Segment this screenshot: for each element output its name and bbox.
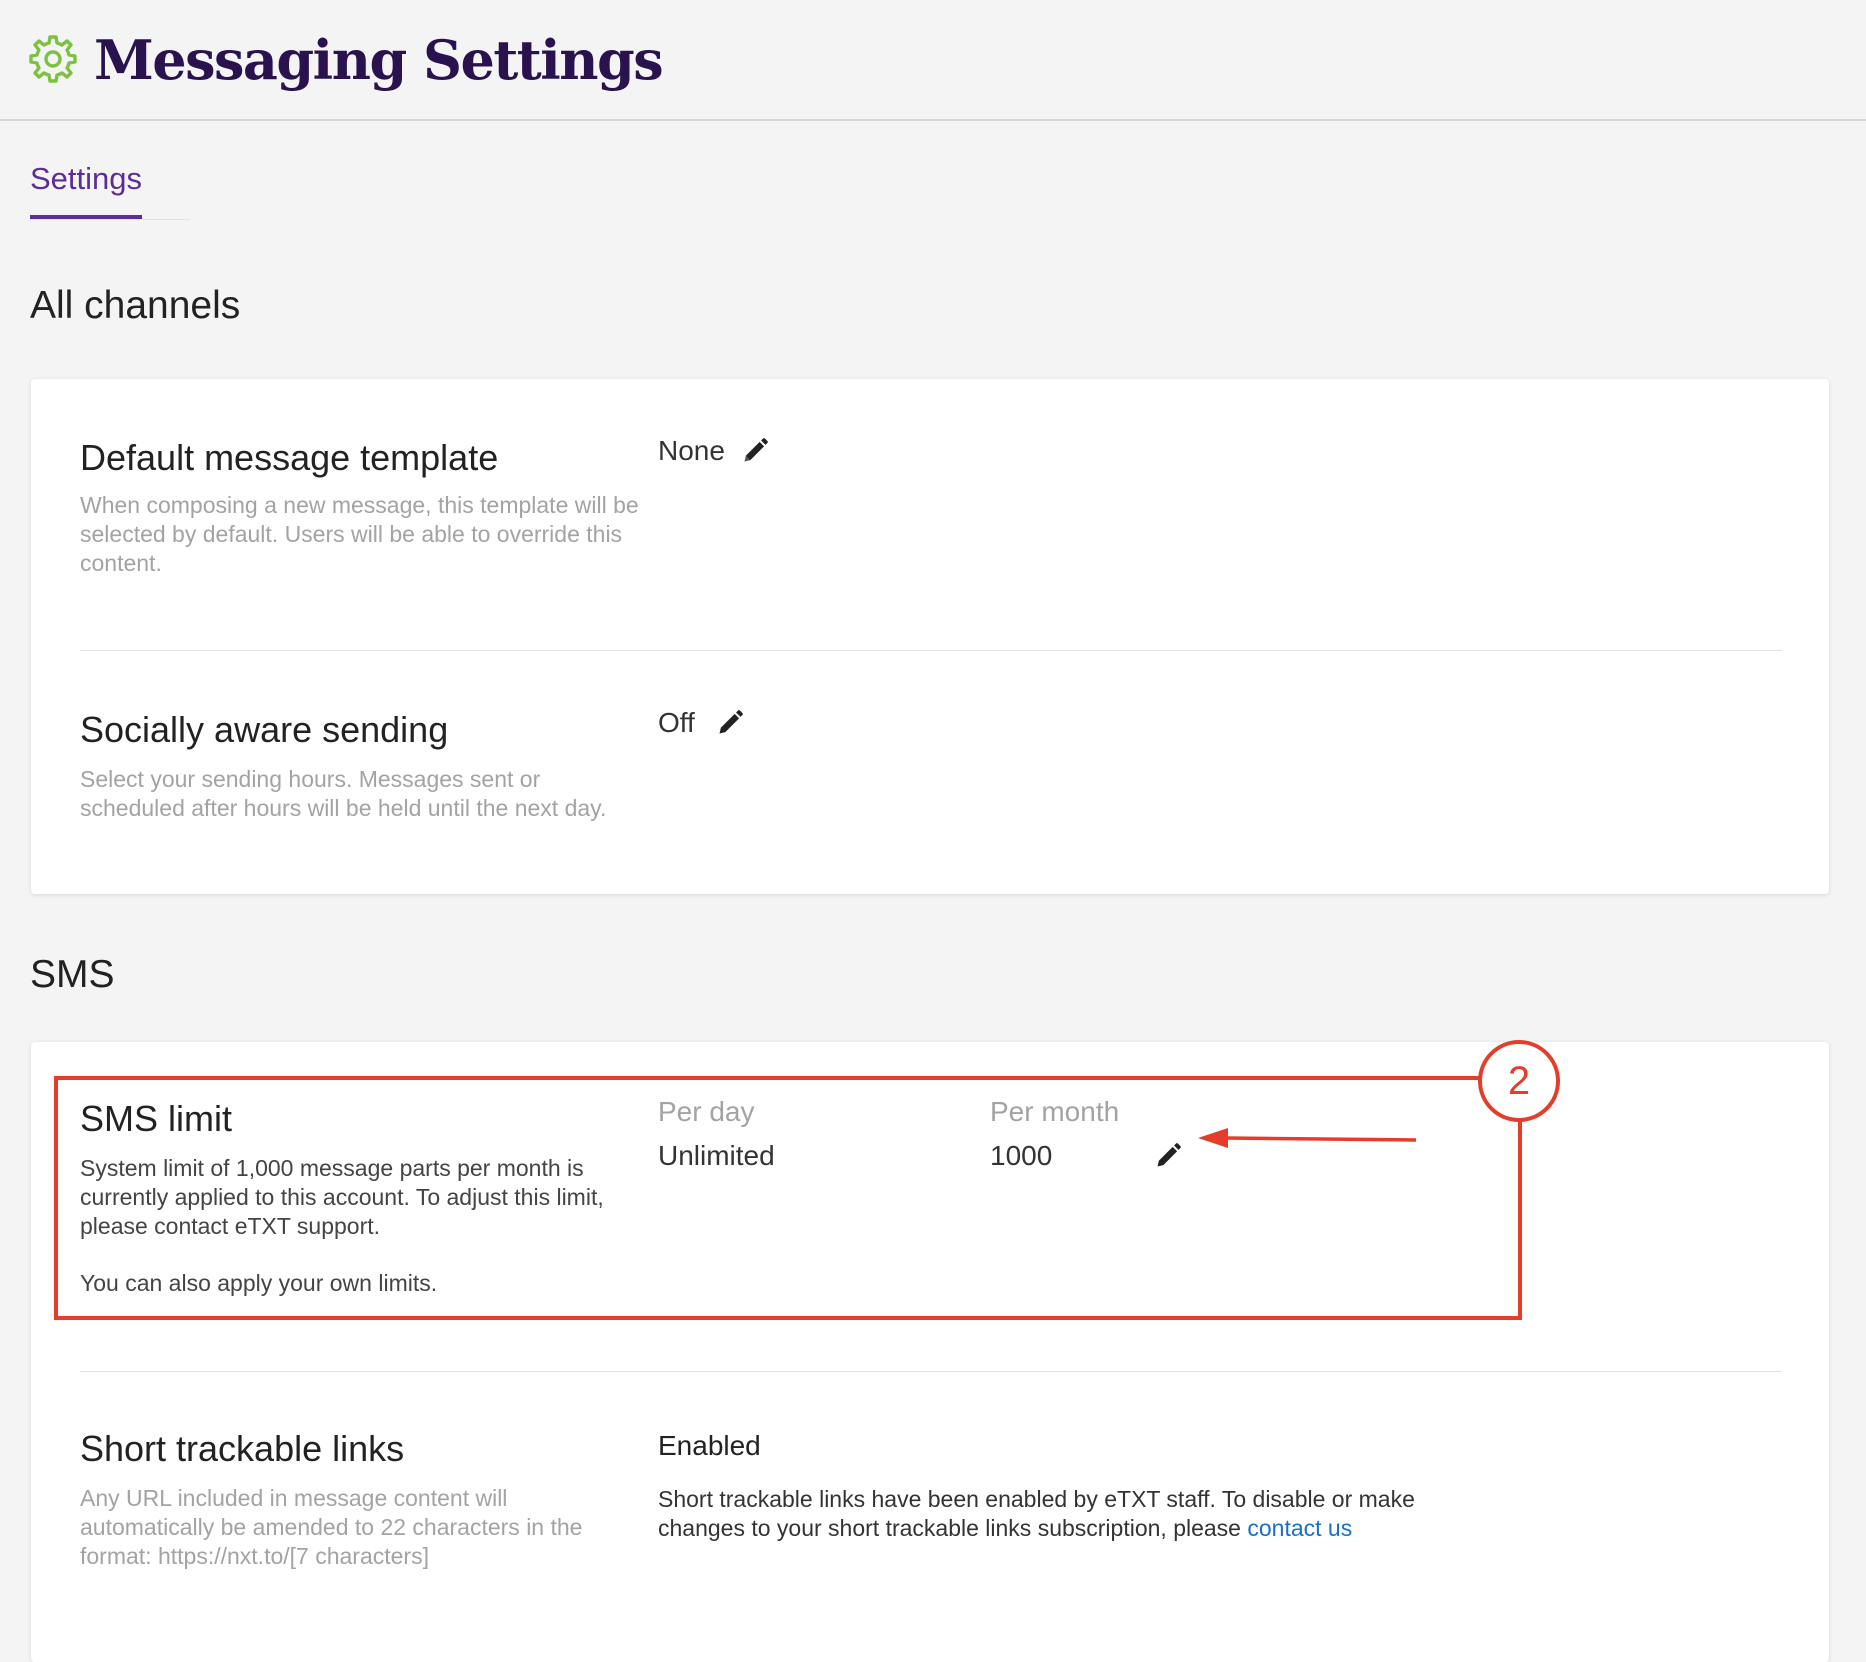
page-title: Messaging Settings [94, 28, 664, 92]
default-template-value: None [658, 435, 725, 466]
short-links-description: Any URL included in message content will… [80, 1485, 583, 1569]
gear-icon [29, 35, 77, 83]
tab-settings[interactable]: Settings [30, 155, 143, 219]
short-links-note: Short trackable links have been enabled … [658, 1485, 1438, 1543]
tab-bar: Settings [30, 155, 190, 220]
socially-aware-title: Socially aware sending [80, 709, 449, 750]
divider [80, 1371, 1782, 1372]
annotation-step-badge: 2 [1478, 1040, 1560, 1122]
all-channels-card: Default message template When composing … [31, 379, 1829, 894]
socially-aware-value: Off [658, 707, 695, 738]
edit-socially-aware-pencil-icon[interactable] [716, 709, 744, 737]
annotation-highlight-box [54, 1076, 1522, 1320]
divider [80, 650, 1782, 651]
short-links-title: Short trackable links [80, 1428, 405, 1469]
short-links-status: Enabled [658, 1430, 761, 1461]
edit-default-template-pencil-icon[interactable] [741, 437, 769, 465]
page-header: Messaging Settings [0, 0, 1866, 121]
default-template-description: When composing a new message, this templ… [80, 492, 639, 576]
socially-aware-description: Select your sending hours. Messages sent… [80, 766, 607, 821]
section-title-all-channels: All channels [30, 284, 241, 327]
annotation-arrow-icon [1198, 1128, 1417, 1148]
default-template-title: Default message template [80, 437, 499, 478]
section-title-sms: SMS [30, 953, 115, 996]
contact-us-link[interactable]: contact us [1247, 1515, 1352, 1541]
